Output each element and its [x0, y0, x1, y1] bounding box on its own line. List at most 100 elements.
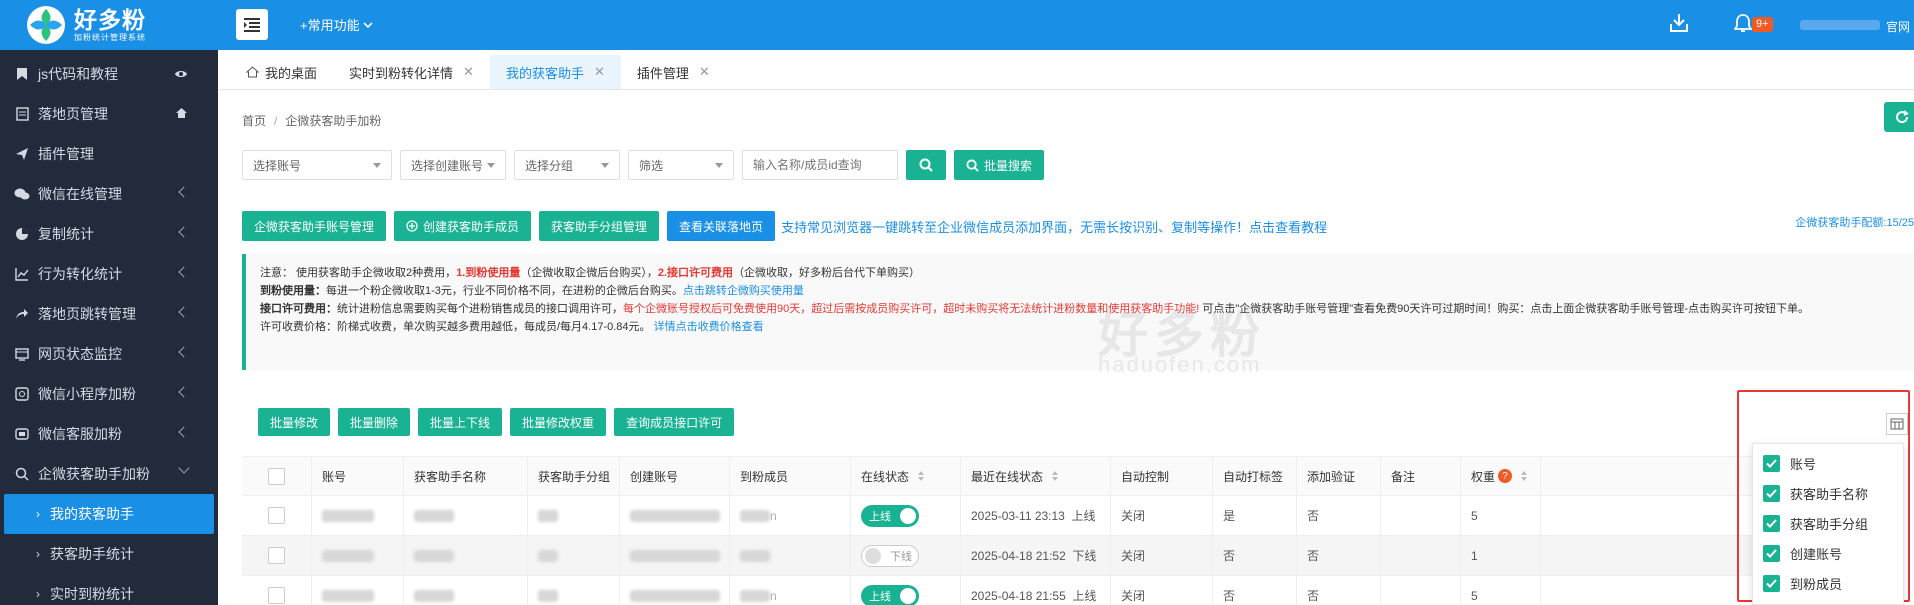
download-icon[interactable] — [1668, 12, 1690, 37]
column-option[interactable]: 获客助手名称 — [1753, 478, 1903, 508]
menu-toggle-button[interactable] — [236, 9, 268, 40]
chevron-left-icon — [178, 226, 190, 238]
checkbox-checked-icon[interactable] — [1763, 484, 1780, 502]
wechat-icon — [14, 186, 30, 202]
bulk-button-1[interactable]: 批量修改 — [258, 408, 331, 436]
sidebar-item-2[interactable]: 落地页管理 — [0, 94, 218, 134]
notice-text: 统计进粉信息需要购买每个进粉销售成员的接口调用许可， — [337, 303, 623, 315]
online-toggle[interactable]: 上线 — [861, 584, 919, 605]
account-select-label: 选择账号 — [253, 158, 302, 173]
auto-tag: 是 — [1223, 509, 1236, 523]
search-input[interactable] — [742, 150, 898, 180]
account-management-button[interactable]: 企微获客助手账号管理 — [242, 211, 387, 241]
share-icon — [14, 306, 30, 322]
sidebar-item-label: 网页状态监控 — [38, 346, 122, 362]
online-toggle[interactable]: 下线 — [861, 544, 919, 567]
sidebar-item-9[interactable]: 微信小程序加粉 — [0, 374, 218, 414]
sidebar-item-4[interactable]: 微信在线管理 — [0, 174, 218, 214]
column-option[interactable]: 到粉成员 — [1753, 568, 1903, 598]
sidebar-subitem-2[interactable]: › 获客助手统计 — [0, 534, 218, 574]
notice-text: 许可收费价格：阶梯式收费，单次购买越多费用越低，每成员/每月4.17-0.84元… — [260, 321, 651, 333]
add-verify: 否 — [1307, 589, 1320, 603]
tab-1[interactable]: 我的桌面 — [230, 55, 333, 89]
close-icon[interactable]: ✕ — [594, 64, 605, 80]
close-icon[interactable]: ✕ — [463, 64, 474, 80]
group-management-button[interactable]: 获客助手分组管理 — [539, 211, 660, 241]
column-option-label: 获客助手分组 — [1790, 516, 1869, 532]
column-header-label: 自动控制 — [1121, 469, 1170, 484]
weight: 1 — [1471, 548, 1478, 563]
table-row: 下线 2025-04-18 21:52 下线 关闭 否 否 1 — [242, 536, 1772, 576]
sidebar-item-8[interactable]: 网页状态监控 — [0, 334, 218, 374]
pricing-link[interactable]: 详情点击收费价格查看 — [654, 321, 764, 333]
filter-select[interactable]: 筛选 — [628, 150, 734, 180]
view-landing-pages-button[interactable]: 查看关联落地页 — [667, 211, 776, 241]
group-select[interactable]: 选择分组 — [514, 150, 620, 180]
logo-icon — [26, 5, 66, 45]
row-checkbox[interactable] — [268, 587, 285, 604]
column-header-label: 添加验证 — [1307, 469, 1356, 484]
close-icon[interactable]: ✕ — [699, 64, 710, 80]
last-online-time: 2025-04-18 21:52 — [971, 548, 1066, 563]
checkbox-checked-icon[interactable] — [1763, 454, 1780, 472]
column-option[interactable]: 创建账号 — [1753, 538, 1903, 568]
sort-icon[interactable] — [917, 470, 925, 482]
sidebar-subitem-1[interactable]: › 我的获客助手 — [4, 494, 214, 534]
chevron-right-icon: › — [36, 507, 40, 521]
creator-select[interactable]: 选择创建账号 — [400, 150, 506, 180]
bulk-button-2[interactable]: 批量删除 — [338, 408, 411, 436]
main-content: 首页/企微获客助手加粉 选择账号 选择创建账号 选择分组 筛选 批量搜索 企微获… — [218, 90, 1914, 605]
column-option[interactable]: 获客助手分组 — [1753, 508, 1903, 538]
bulk-search-button[interactable]: 批量搜索 — [954, 150, 1045, 180]
sort-icon[interactable] — [1051, 470, 1059, 482]
columns-icon — [1890, 418, 1904, 430]
sidebar-subitem-label: 我的获客助手 — [50, 506, 134, 522]
tutorial-link[interactable]: 支持常见浏览器一键跳转至企业微信成员添加界面，无需长按识别、复制等操作！点击查看… — [781, 217, 1327, 236]
select-all-checkbox[interactable] — [268, 467, 285, 485]
weight: 5 — [1471, 588, 1478, 603]
checkbox-checked-icon[interactable] — [1763, 544, 1780, 562]
tab-2[interactable]: 实时到粉转化详情 ✕ — [333, 55, 490, 89]
column-header-label: 到粉成员 — [740, 469, 789, 484]
user-name-redacted[interactable] — [1800, 20, 1880, 30]
sidebar-item-5[interactable]: 复制统计 — [0, 214, 218, 254]
official-site-link[interactable]: 官网 — [1886, 18, 1910, 35]
create-member-button[interactable]: 创建获客助手成员 — [394, 211, 532, 241]
breadcrumb-home[interactable]: 首页 — [242, 114, 266, 128]
refresh-button[interactable] — [1884, 102, 1914, 132]
checkbox-checked-icon[interactable] — [1763, 574, 1780, 592]
bulk-search-label: 批量搜索 — [984, 158, 1033, 173]
column-header-label: 获客助手分组 — [538, 469, 611, 484]
column-toggle-button[interactable] — [1886, 413, 1908, 435]
tab-4[interactable]: 插件管理 ✕ — [621, 55, 726, 89]
sort-icon[interactable] — [1520, 470, 1528, 482]
column-header: 创建账号 — [620, 457, 730, 495]
sidebar-item-label: 落地页跳转管理 — [38, 306, 136, 322]
search-button[interactable] — [906, 150, 946, 180]
chevron-left-icon — [178, 186, 190, 198]
sidebar-item-6[interactable]: 行为转化统计 — [0, 254, 218, 294]
common-functions-dropdown[interactable]: +常用功能 — [300, 15, 373, 34]
tab-3[interactable]: 我的获客助手 ✕ — [489, 55, 621, 89]
sidebar-item-1[interactable]: js代码和教程 — [0, 54, 218, 94]
help-icon[interactable]: ? — [1498, 469, 1513, 483]
bulk-button-4[interactable]: 批量修改权重 — [510, 408, 607, 436]
sidebar-subitem-3[interactable]: › 实时到粉统计 — [0, 574, 218, 605]
notice-warning: 每个企微账号授权后可免费使用90天，超过后需按成员购买许可，超时未购买将无法统计… — [623, 303, 1200, 315]
breadcrumb-current: 企微获客助手加粉 — [285, 114, 382, 128]
bulk-button-5[interactable]: 查询成员接口许可 — [614, 408, 735, 436]
sidebar-item-11[interactable]: 企微获客助手加粉 — [0, 454, 218, 494]
sidebar-item-3[interactable]: 插件管理 — [0, 134, 218, 174]
buy-usage-link[interactable]: 点击跳转企微购买使用量 — [683, 285, 804, 297]
sidebar-item-7[interactable]: 落地页跳转管理 — [0, 294, 218, 334]
checkbox-checked-icon[interactable] — [1763, 514, 1780, 532]
logo[interactable]: 好多粉 加粉统计管理系统 — [0, 0, 218, 50]
row-checkbox[interactable] — [268, 547, 285, 564]
account-select[interactable]: 选择账号 — [242, 150, 392, 180]
sidebar-item-10[interactable]: 微信客服加粉 — [0, 414, 218, 454]
bell-icon[interactable] — [1733, 13, 1753, 36]
column-option[interactable]: 账号 — [1753, 448, 1903, 478]
bulk-button-3[interactable]: 批量上下线 — [418, 408, 503, 436]
online-toggle[interactable]: 上线 — [861, 504, 919, 527]
row-checkbox[interactable] — [268, 507, 285, 524]
